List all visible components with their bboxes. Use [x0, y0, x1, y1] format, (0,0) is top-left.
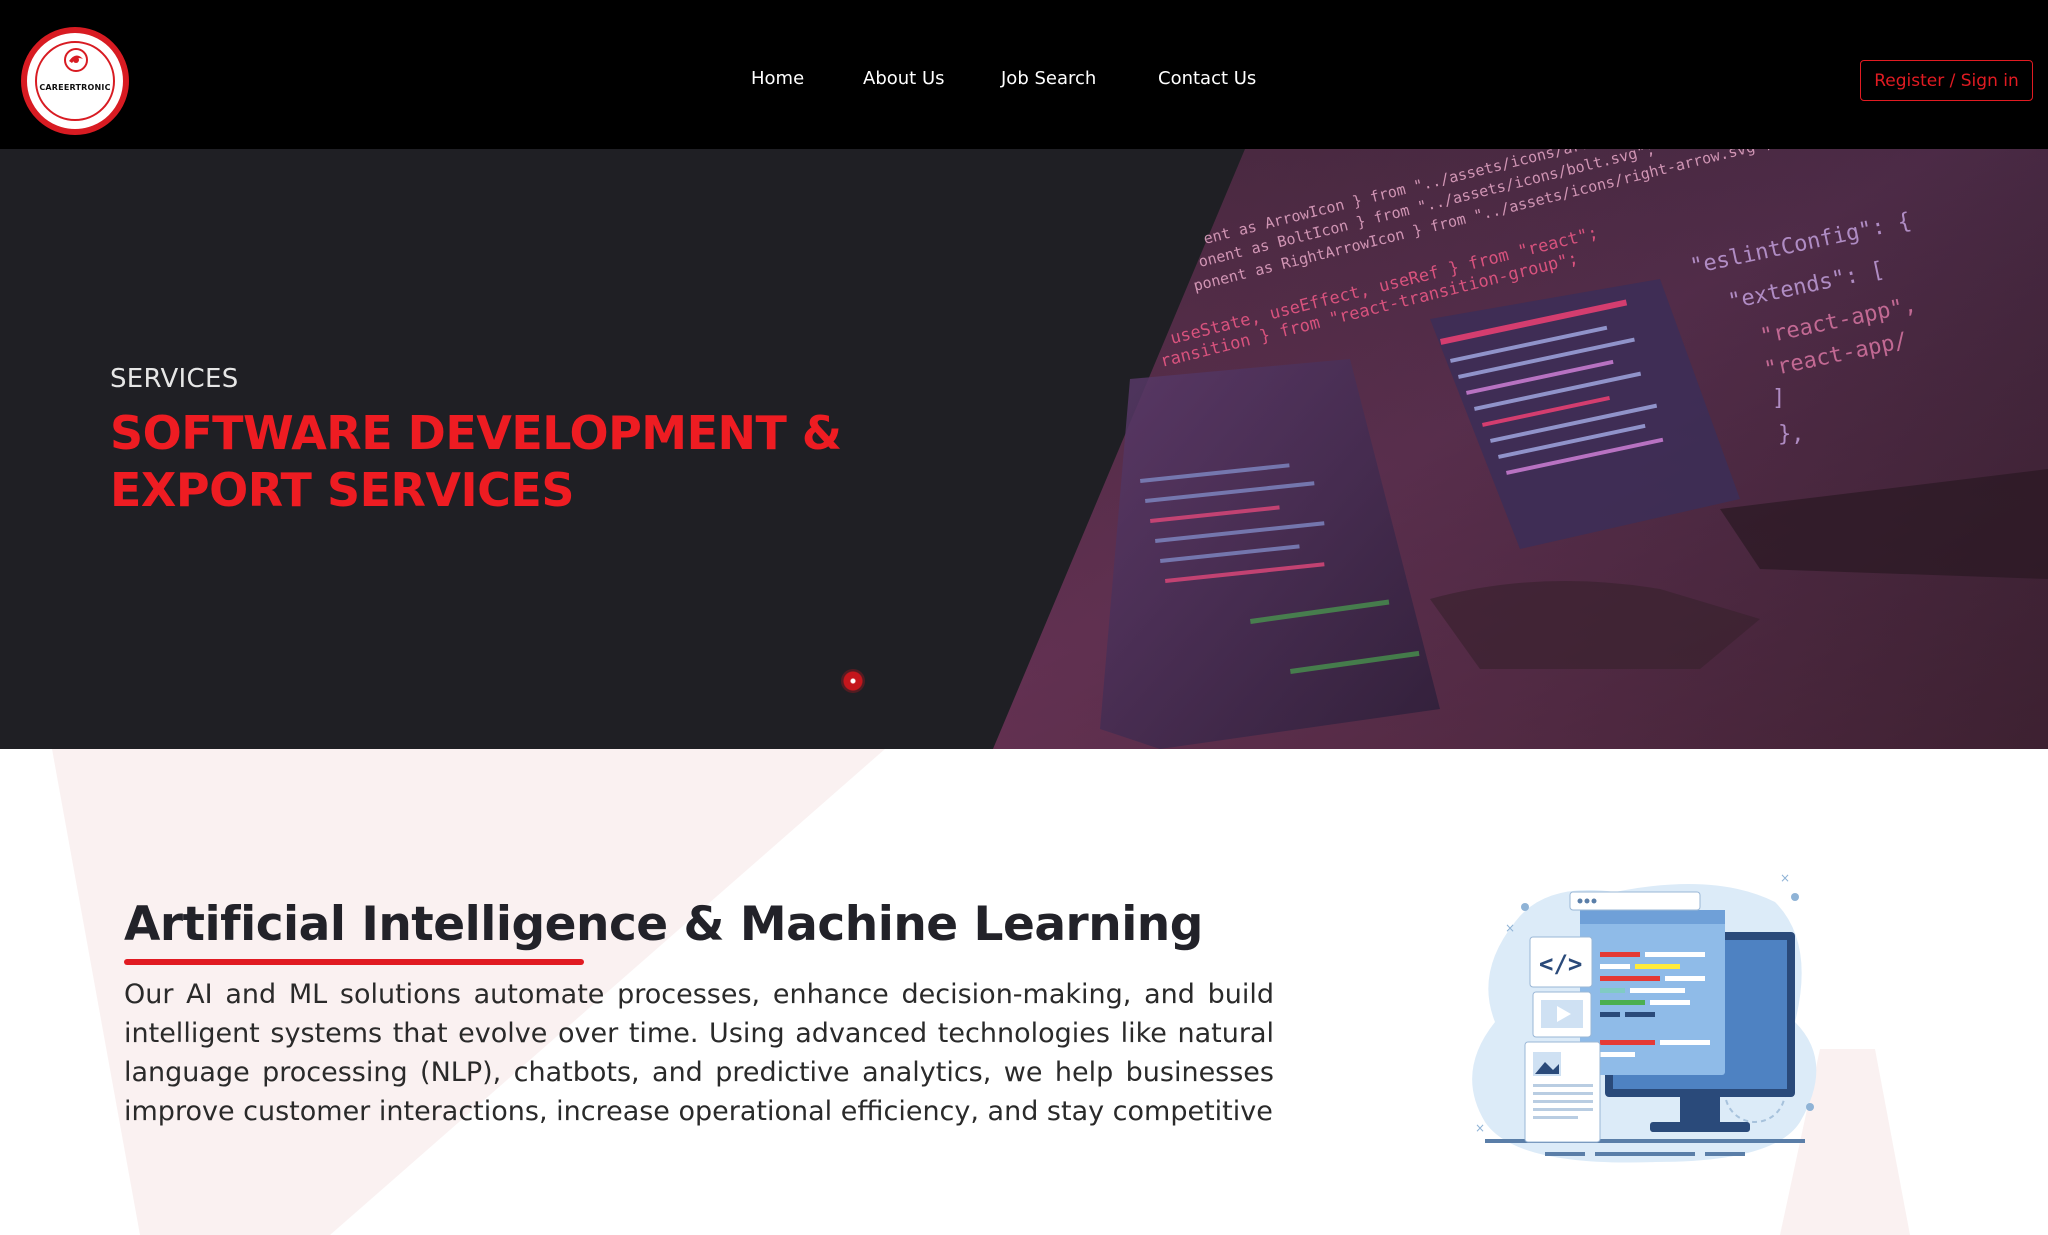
svg-text:</>: </>: [1539, 950, 1582, 978]
main-nav: Home About Us Job Search Contact Us: [0, 68, 2048, 94]
hero-banner: ent as ArrowIcon } from "../assets/icons…: [0, 149, 2048, 749]
svg-text:},: },: [1778, 422, 1805, 447]
section-description: Our AI and ML solutions automate process…: [124, 979, 1274, 1127]
svg-text:×: ×: [1780, 871, 1790, 885]
ai-ml-section: Artificial Intelligence & Machine Learni…: [0, 749, 2048, 1235]
top-navigation-bar: CAREERTRONIC Home About Us Job Search Co…: [0, 0, 2048, 149]
carousel-indicator-dot[interactable]: [841, 669, 865, 693]
svg-text:×: ×: [1475, 1121, 1485, 1135]
nav-about-us[interactable]: About Us: [863, 68, 945, 89]
hero-label: SERVICES: [110, 364, 239, 394]
title-underline: [124, 959, 584, 965]
nav-home[interactable]: Home: [751, 68, 804, 89]
register-sign-in-button[interactable]: Register / Sign in: [1860, 60, 2033, 101]
nav-job-search[interactable]: Job Search: [1001, 68, 1096, 89]
web-development-illustration-icon: × × × </>: [1472, 871, 1817, 1163]
svg-text:]: ]: [1772, 386, 1785, 411]
hero-title: SOFTWARE DEVELOPMENT & EXPORT SERVICES: [110, 406, 842, 517]
nav-contact-us[interactable]: Contact Us: [1158, 68, 1256, 89]
section-title: Artificial Intelligence & Machine Learni…: [124, 897, 1203, 952]
svg-text:×: ×: [1505, 921, 1515, 935]
